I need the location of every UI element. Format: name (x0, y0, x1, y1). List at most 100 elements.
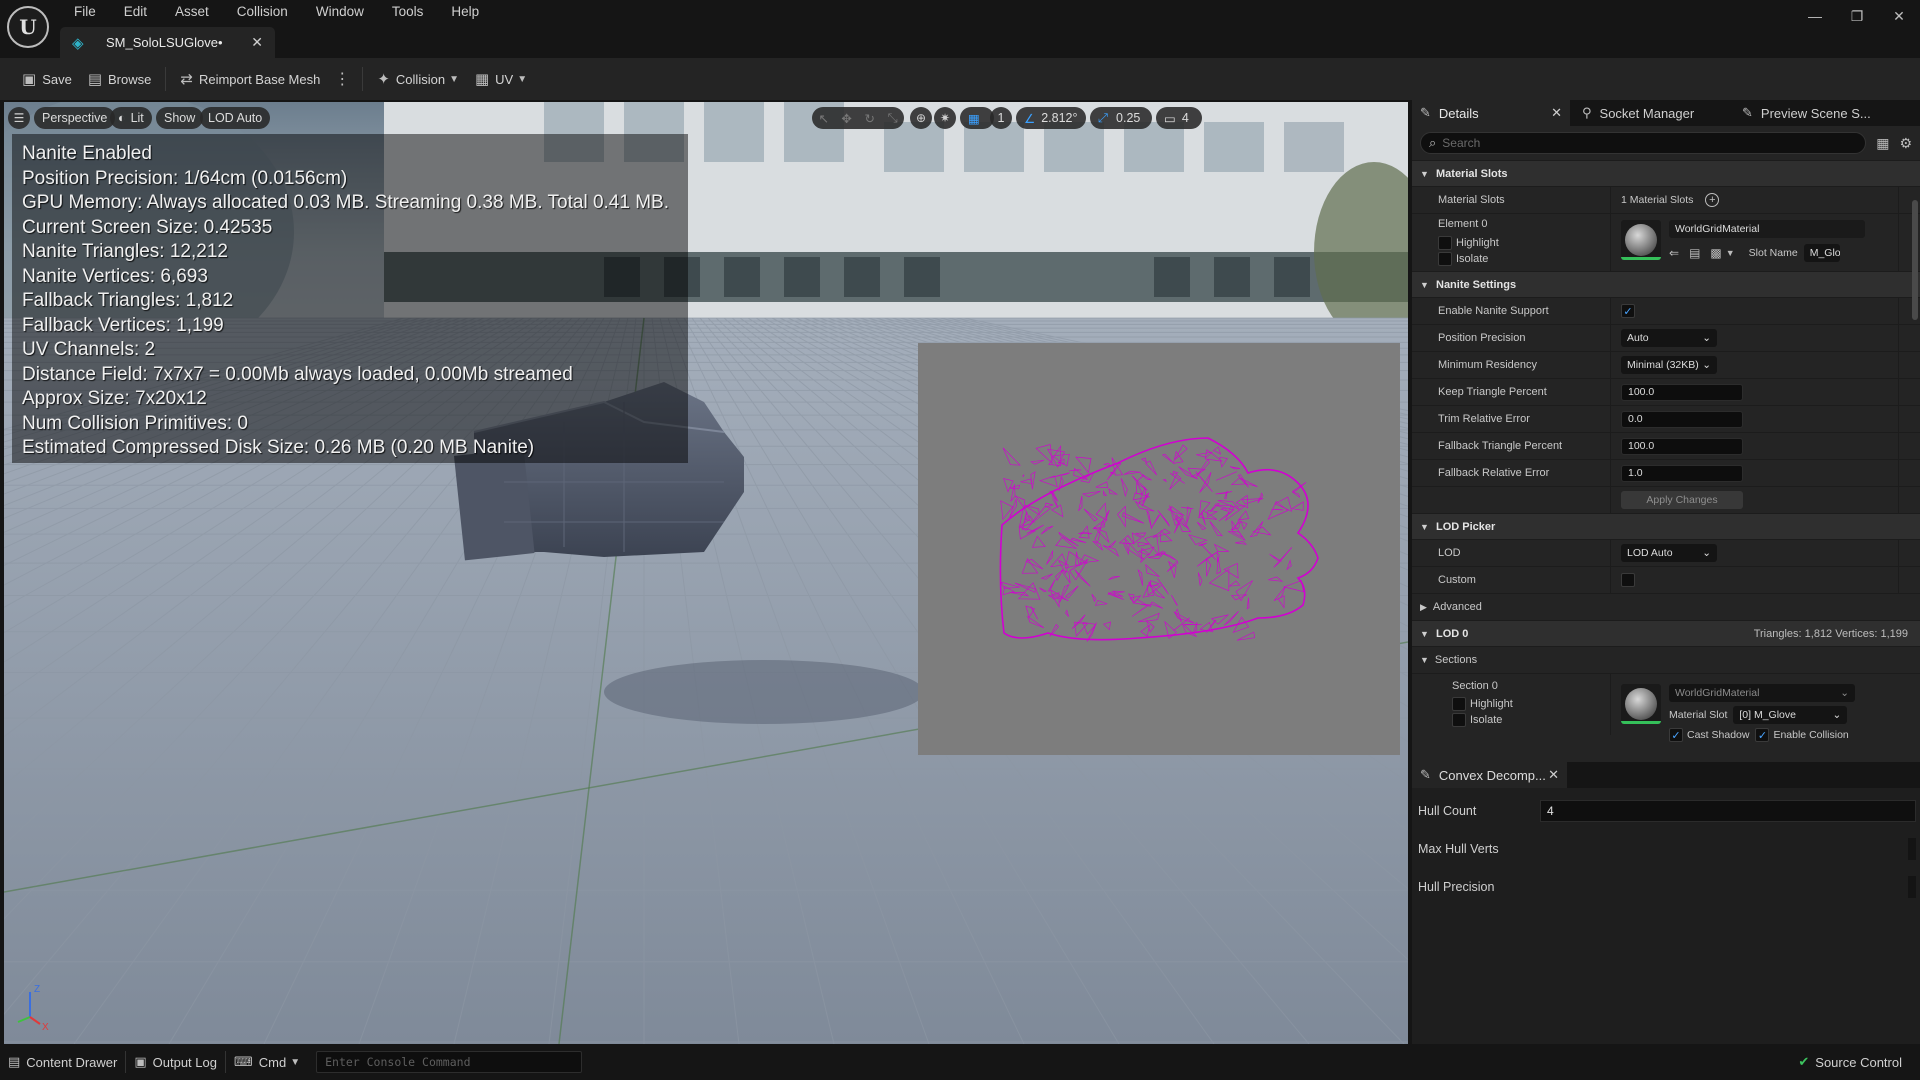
details-search-row: ⌕ ▦ ⚙ (1412, 126, 1920, 160)
source-control-button[interactable]: ✔ Source Control (1790, 1048, 1910, 1076)
surface-snap-icon[interactable]: ✷ (934, 107, 956, 129)
checker-icon[interactable]: ▩ (1710, 246, 1721, 260)
document-tab[interactable]: ◈ SM_SoloLSUGlove• ✕ (60, 27, 275, 58)
apply-changes-button[interactable]: Apply Changes (1621, 491, 1743, 509)
menu-help[interactable]: Help (437, 2, 493, 22)
console-input[interactable] (325, 1055, 566, 1069)
property-value: Minimal (32KB) ⌄ (1610, 352, 1898, 378)
keep-triangle-percent-input[interactable]: 100.0 (1621, 383, 1743, 401)
highlight-checkbox[interactable] (1452, 697, 1466, 711)
hull-precision-slider[interactable] (1540, 876, 1916, 898)
move-icon[interactable]: ✥ (841, 111, 851, 126)
scale-snap[interactable]: ⤢ 0.25 (1090, 107, 1152, 129)
category-lod-picker[interactable]: ▼ LOD Picker (1412, 513, 1920, 539)
select-icon[interactable]: ↖ (818, 111, 828, 126)
material-thumbnail[interactable] (1621, 684, 1661, 724)
add-icon[interactable]: + (1705, 193, 1720, 207)
cmd-dropdown[interactable]: ⌨ Cmd ▼ (226, 1048, 308, 1076)
slot-name-input[interactable]: M_Glo (1803, 244, 1840, 262)
save-button[interactable]: ▣ Save (14, 64, 80, 94)
menu-asset[interactable]: Asset (161, 2, 223, 22)
rotate-icon[interactable]: ↻ (865, 111, 875, 126)
enable-nanite-checkbox[interactable]: ✓ (1621, 304, 1635, 318)
fallback-triangle-percent-input[interactable]: 100.0 (1621, 437, 1743, 455)
property-value: ✓ (1610, 298, 1898, 324)
dropdown-value: WorldGridMaterial (1675, 687, 1760, 699)
minimize-icon[interactable]: — (1794, 0, 1836, 32)
sections-row[interactable]: ▼ Sections (1412, 646, 1920, 673)
close-icon[interactable]: ✕ (1548, 767, 1559, 783)
lod-button[interactable]: LOD Auto (200, 107, 271, 129)
hamburger-menu-icon[interactable]: ☰ (8, 107, 30, 129)
menu-file[interactable]: File (60, 2, 110, 22)
gear-icon[interactable]: ⚙ (1899, 135, 1912, 152)
menu-edit[interactable]: Edit (110, 2, 161, 22)
scale-icon[interactable]: ⤡ (888, 111, 898, 126)
advanced-row[interactable]: ▶ Advanced (1412, 593, 1920, 620)
more-options-icon[interactable]: ⋮ (328, 69, 356, 89)
search-input[interactable] (1442, 136, 1823, 150)
unreal-logo-icon[interactable]: U (7, 6, 49, 48)
details-scrollbar[interactable] (1912, 200, 1918, 320)
table-view-icon[interactable]: ▦ (1876, 135, 1889, 152)
hull-count-input[interactable]: 4 (1540, 800, 1916, 822)
grid-snap-toggle[interactable]: ▦ (960, 107, 994, 129)
section-material-dropdown[interactable]: WorldGridMaterial ⌄ (1669, 684, 1855, 702)
reimport-button[interactable]: ⇄ Reimport Base Mesh (172, 64, 328, 94)
tab-preview-scene[interactable]: ✎ Preview Scene S... (1730, 100, 1910, 126)
reset-column (1898, 406, 1920, 432)
property-value: 100.0 (1610, 433, 1898, 459)
cast-shadow-checkbox[interactable]: ✓ (1669, 728, 1683, 742)
material-thumbnail[interactable] (1621, 220, 1661, 260)
custom-checkbox[interactable] (1621, 573, 1635, 587)
world-local-icon[interactable]: ⊕ (910, 107, 932, 129)
category-nanite-settings[interactable]: ▼ Nanite Settings (1412, 271, 1920, 297)
material-picker[interactable]: WorldGridMaterial (1669, 220, 1865, 238)
lod-dropdown[interactable]: LOD Auto ⌄ (1621, 544, 1717, 562)
lit-label: Lit (130, 111, 144, 125)
trim-relative-error-input[interactable]: 0.0 (1621, 410, 1743, 428)
position-precision-dropdown[interactable]: Auto ⌄ (1621, 329, 1717, 347)
menu-tools[interactable]: Tools (378, 2, 438, 22)
restore-icon[interactable]: ❐ (1836, 0, 1878, 32)
viewport[interactable]: ☰ Perspective ◐ Lit Show LOD Auto ↖ ✥ ↻ … (4, 102, 1408, 1044)
tab-socket-manager[interactable]: ⚲ Socket Manager (1570, 100, 1730, 126)
check-circle-icon: ✔ (1798, 1054, 1810, 1069)
chevron-down-icon: ⌄ (1702, 547, 1711, 559)
fallback-relative-error-input[interactable]: 1.0 (1621, 464, 1743, 482)
tab-details[interactable]: ✎ Details ✕ (1412, 100, 1570, 126)
close-icon[interactable]: ✕ (1551, 105, 1562, 121)
isolate-checkbox[interactable] (1438, 252, 1452, 266)
grid-snap-value[interactable]: 1 (990, 107, 1012, 129)
max-hull-verts-slider[interactable] (1540, 838, 1916, 860)
uv-dropdown[interactable]: ▦ UV ▼ (467, 64, 535, 94)
menu-window[interactable]: Window (302, 2, 378, 22)
category-lod-0[interactable]: ▼ LOD 0 Triangles: 1,812 Vertices: 1,199 (1412, 620, 1920, 646)
reset-column (1898, 379, 1920, 405)
collision-label: Collision (395, 71, 446, 87)
chevron-down-icon[interactable]: ▼ (1726, 248, 1735, 258)
highlight-checkbox[interactable] (1438, 236, 1452, 250)
camera-speed[interactable]: ▭ 4 (1156, 107, 1202, 129)
enable-collision-checkbox[interactable]: ✓ (1755, 728, 1770, 742)
perspective-button[interactable]: Perspective (34, 107, 116, 129)
browse-button[interactable]: ▤ Browse (80, 64, 160, 94)
lit-button[interactable]: ◐ Lit (110, 107, 152, 129)
use-selected-icon[interactable]: ⇐ (1669, 246, 1679, 260)
material-slot-field: Material Slot [0] M_Glove ⌄ (1669, 706, 1920, 724)
collision-dropdown[interactable]: ✦ Collision ▼ (369, 64, 467, 94)
rotation-snap[interactable]: ∠ 2.812° (1016, 107, 1086, 129)
category-material-slots[interactable]: ▼ Material Slots (1412, 160, 1920, 186)
tab-convex-decomposition[interactable]: ✎ Convex Decomp... ✕ (1412, 762, 1567, 788)
content-drawer-button[interactable]: ▤ Content Drawer (0, 1048, 125, 1076)
isolate-checkbox[interactable] (1452, 713, 1466, 727)
menu-collision[interactable]: Collision (223, 2, 302, 22)
window-close-icon[interactable]: ✕ (1878, 0, 1920, 32)
browse-icon[interactable]: ▤ (1689, 246, 1700, 260)
browse-label: Browse (108, 71, 152, 87)
show-button[interactable]: Show (156, 107, 204, 129)
output-log-button[interactable]: ▣ Output Log (126, 1048, 225, 1076)
minimum-residency-dropdown[interactable]: Minimal (32KB) ⌄ (1621, 356, 1717, 374)
close-icon[interactable]: ✕ (251, 34, 263, 51)
material-slot-dropdown[interactable]: [0] M_Glove ⌄ (1733, 706, 1848, 724)
